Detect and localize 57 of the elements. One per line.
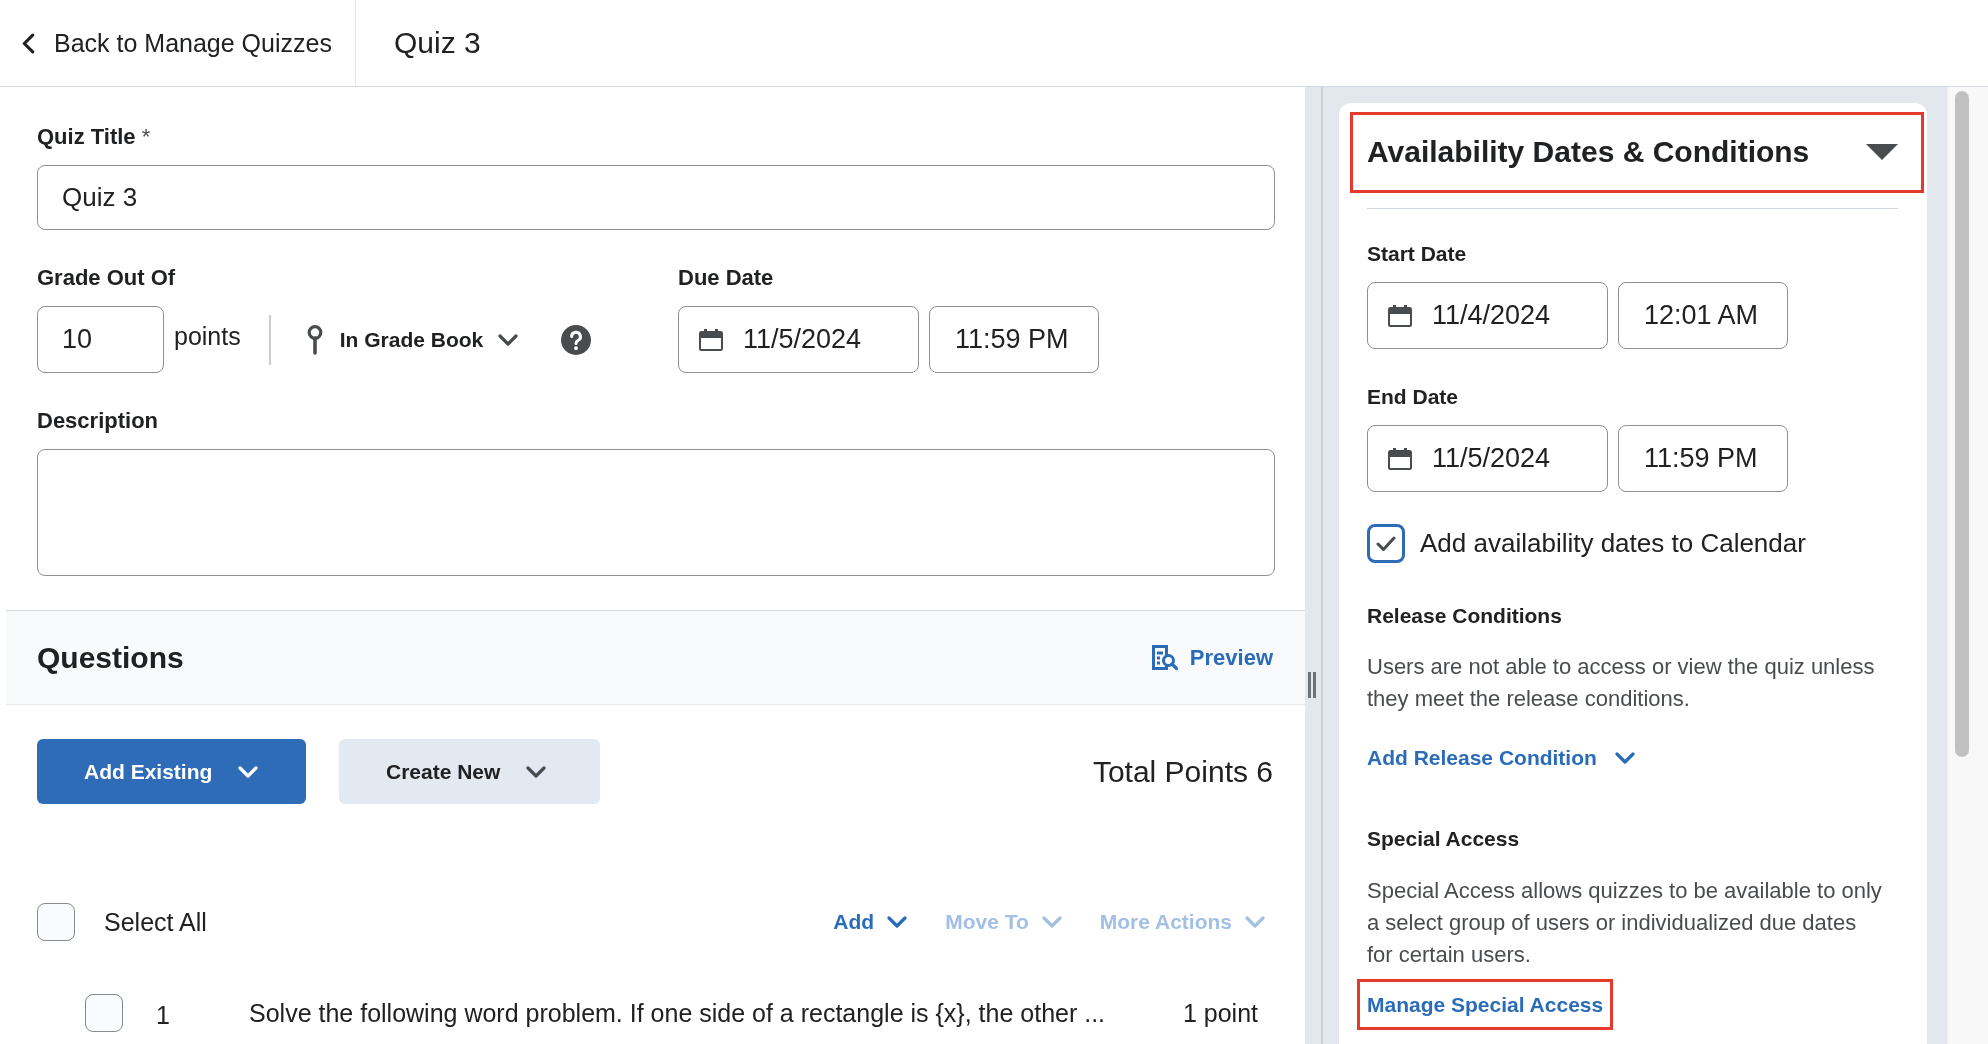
description-field[interactable]: [37, 449, 1275, 576]
section-heading: Special Access: [1367, 826, 1521, 852]
grade-input-field[interactable]: 10: [37, 306, 164, 373]
quiz-title-field[interactable]: Quiz 3: [37, 165, 1275, 230]
question-points: 1 point: [1182, 998, 1258, 1028]
field-label: Due Date: [678, 264, 775, 292]
preview-icon: [1151, 644, 1178, 671]
checkbox[interactable]: [37, 903, 75, 941]
section-toggle[interactable]: Availability Dates & Conditions: [1350, 112, 1924, 193]
dropdown-button[interactable]: Add Existing: [37, 739, 306, 804]
page-title: Quiz 3: [394, 26, 481, 60]
calendar-icon: [1388, 447, 1412, 470]
chevron-down-icon: [887, 916, 908, 928]
date-field[interactable]: 11/5/2024: [678, 306, 919, 373]
checkbox[interactable]: [85, 994, 123, 1032]
section-title: Questions: [37, 640, 184, 675]
field-label: End Date: [1367, 384, 1459, 410]
question-text[interactable]: Solve the following word problem. If one side of a rectangle is {x}, the other ...: [249, 998, 1106, 1028]
points-unit-label: points: [174, 322, 241, 351]
chevron-down-icon: [526, 765, 547, 778]
preview-link[interactable]: Preview: [1151, 644, 1273, 671]
calendar-icon: [1388, 304, 1412, 327]
total-points: Total Points 6: [1092, 754, 1273, 789]
time-field[interactable]: 11:59 PM: [1618, 425, 1788, 492]
field-label: Grade Out Of: [37, 264, 177, 292]
grade-book-dropdown[interactable]: In Grade Book: [306, 324, 519, 355]
time-field[interactable]: 12:01 AM: [1618, 282, 1788, 349]
help-icon[interactable]: [561, 324, 592, 355]
dropdown-button[interactable]: Create New: [339, 739, 600, 804]
add-release-condition-link[interactable]: Add Release Condition: [1367, 743, 1635, 773]
description-text: Special Access allows quizzes to be available to only a select group of users or individualized due dates for certain users.: [1367, 877, 1883, 969]
action-dropdown[interactable]: Add: [833, 910, 908, 934]
chevron-down-icon: [1041, 916, 1062, 928]
time-field[interactable]: 11:59 PM: [929, 306, 1099, 373]
checkbox[interactable]: [1367, 524, 1405, 563]
field-label: Description: [37, 407, 160, 435]
pin-icon: [306, 324, 323, 355]
chevron-left-icon: [22, 32, 35, 54]
field-label: Quiz Title *: [37, 123, 152, 151]
chevron-down-icon: [1614, 752, 1635, 764]
manage-special-access-link[interactable]: Manage Special Access: [1357, 979, 1614, 1030]
question-number: 1: [156, 1000, 171, 1030]
date-field[interactable]: 11/4/2024: [1367, 282, 1608, 349]
checkmark-icon: [1376, 535, 1396, 552]
chevron-down-icon: [1245, 916, 1265, 928]
select-all-label: Select All: [104, 907, 207, 937]
checkbox-label: Add availability dates to Calendar: [1420, 528, 1806, 559]
chevron-down-icon: [238, 765, 259, 778]
back-link[interactable]: Back to Manage Quizzes: [0, 28, 355, 58]
scrollbar-thumb[interactable]: [1955, 91, 1969, 757]
description-text: Users are not able to access or view the quiz unless they meet the release conditions.: [1367, 653, 1876, 713]
field-label: Start Date: [1367, 241, 1468, 267]
grip-handle-icon[interactable]: [1308, 672, 1316, 698]
chevron-down-icon: [498, 333, 519, 346]
calendar-icon: [699, 328, 723, 351]
date-field[interactable]: 11/5/2024: [1367, 425, 1608, 492]
section-heading: Release Conditions: [1367, 603, 1563, 629]
